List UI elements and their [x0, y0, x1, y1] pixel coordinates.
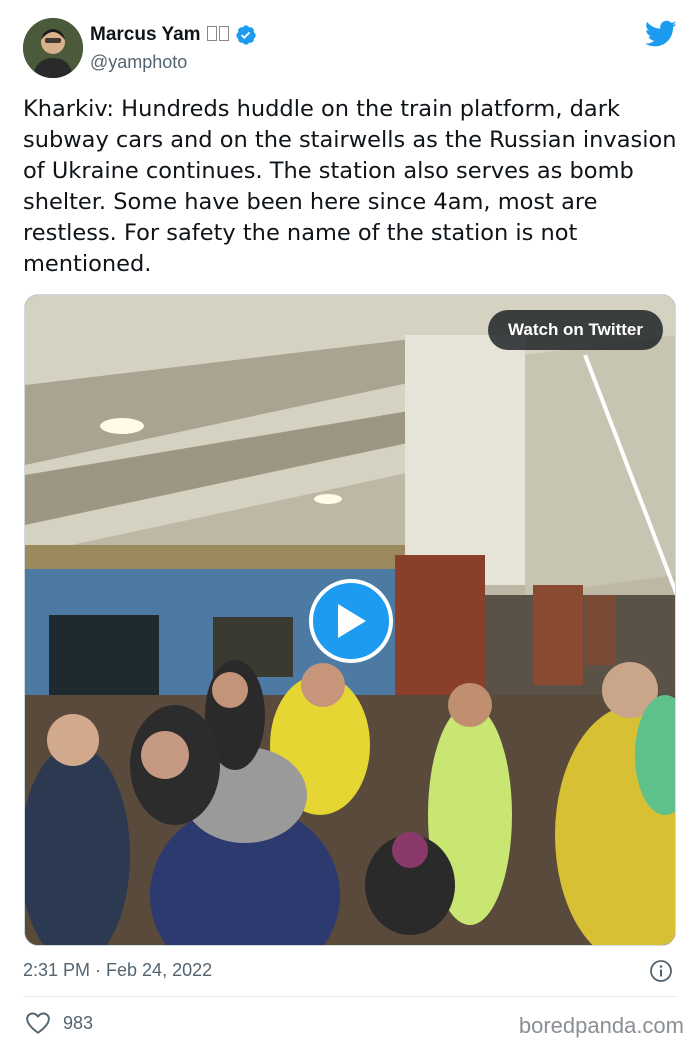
tweet-text: Kharkiv: Hundreds huddle on the train pl…	[23, 96, 677, 277]
info-icon[interactable]	[649, 959, 673, 983]
author-handle[interactable]: @yamphoto	[90, 52, 187, 73]
like-action[interactable]: 983	[25, 1011, 93, 1035]
heart-icon[interactable]	[25, 1011, 51, 1035]
tweet-timestamp[interactable]: 2:31 PM · Feb 24, 2022	[23, 960, 212, 981]
footer-divider	[23, 996, 677, 997]
avatar[interactable]	[23, 18, 83, 78]
watch-on-twitter-button[interactable]: Watch on Twitter	[487, 310, 663, 350]
tweet-video[interactable]: Watch on Twitter	[24, 294, 676, 946]
tweet-header: Marcus Yam @yamphoto	[23, 18, 677, 80]
ukraine-flag-icon	[206, 26, 231, 44]
play-icon	[338, 604, 366, 638]
author-name-row: Marcus Yam	[90, 24, 257, 46]
twitter-bird-icon[interactable]	[645, 20, 677, 48]
like-count: 983	[63, 1012, 94, 1033]
boredpanda-watermark: boredpanda.com	[518, 1013, 684, 1038]
play-button[interactable]	[309, 579, 393, 663]
author-name[interactable]: Marcus Yam	[90, 24, 201, 46]
tweet-card: Marcus Yam @yamphoto Kharkiv: Hundreds h…	[0, 0, 700, 1049]
verified-badge-icon	[235, 25, 256, 45]
avatar-image	[23, 18, 83, 78]
